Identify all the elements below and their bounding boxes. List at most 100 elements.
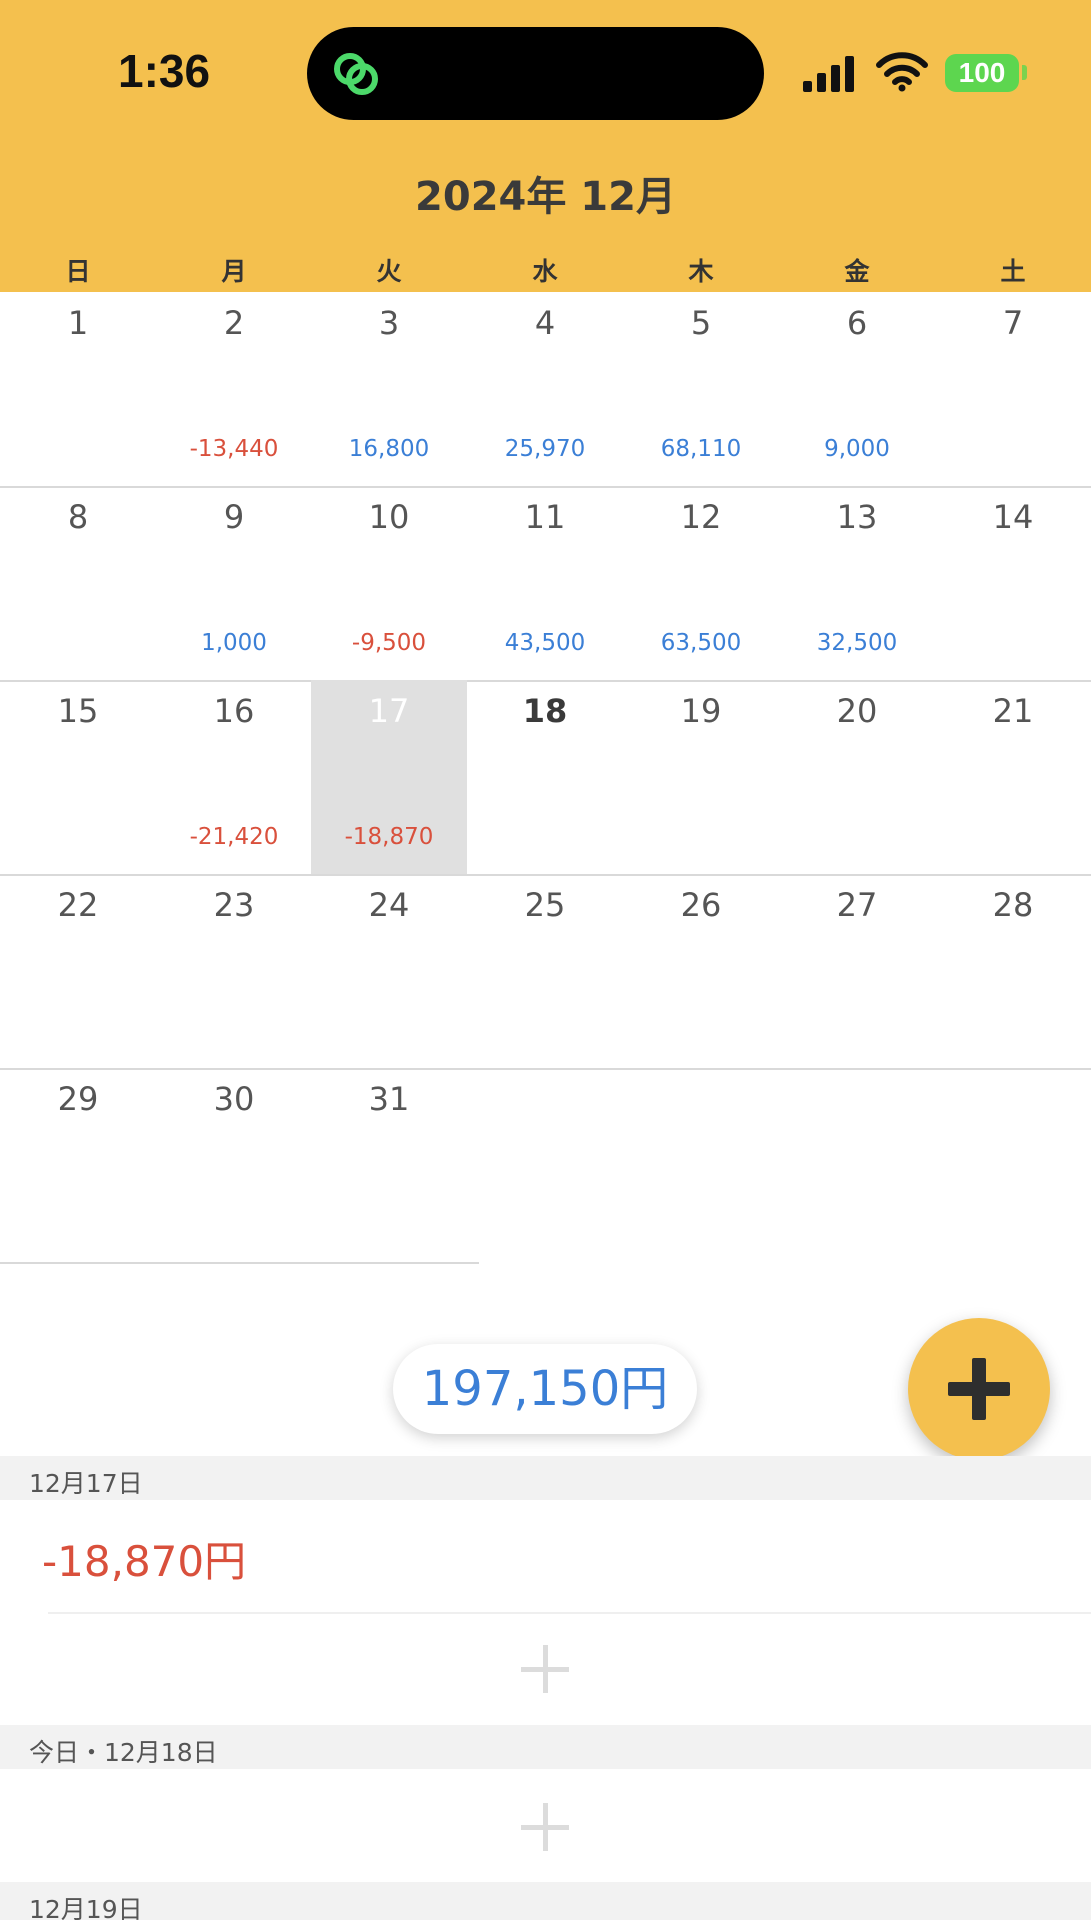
day-number: 31	[368, 1080, 410, 1118]
battery-indicator: 100	[945, 54, 1019, 92]
calendar-day-cell[interactable]: 19	[623, 680, 779, 874]
cellular-signal-icon	[803, 56, 854, 92]
section-date: 12月17日	[29, 1469, 143, 1498]
calendar-day-cell[interactable]: 12 63,500	[623, 486, 779, 680]
calendar-day-cell[interactable]: 9 1,000	[156, 486, 312, 680]
calendar-day-cell[interactable]: 10 -9,500	[311, 486, 467, 680]
status-time: 1:36	[118, 45, 211, 97]
day-amount: 43,500	[504, 630, 586, 656]
calendar-day-cell[interactable]: 7	[935, 292, 1091, 486]
calendar-day-cell[interactable]: 15	[0, 680, 156, 874]
calendar-day-cell[interactable]: 8	[0, 486, 156, 680]
entry-amount[interactable]: -18,870円	[42, 1528, 246, 1589]
calendar-day-cell[interactable]: 31	[311, 1068, 467, 1262]
weekday-row: 日 月 火 水 木 金 土	[0, 252, 1091, 288]
day-number: 29	[57, 1080, 99, 1118]
section-header: 12月17日	[0, 1456, 1091, 1500]
day-amount: 9,000	[824, 436, 890, 462]
weekday-label: 金	[844, 257, 870, 286]
day-number: 21	[992, 692, 1034, 730]
calendar-day-cell[interactable]: 29	[0, 1068, 156, 1262]
day-amount: 32,500	[816, 630, 898, 656]
day-number: 23	[213, 886, 255, 924]
add-entry-button[interactable]	[908, 1318, 1050, 1460]
day-amount: -13,440	[189, 436, 279, 462]
day-number: 6	[846, 304, 868, 342]
day-number: 14	[992, 498, 1034, 536]
day-number: 11	[524, 498, 566, 536]
calendar-day-cell[interactable]: 1	[0, 292, 156, 486]
wifi-icon	[876, 52, 928, 92]
calendar-day-cell[interactable]: 26	[623, 874, 779, 1068]
calendar-day-cell[interactable]: 14	[935, 486, 1091, 680]
calendar-day-cell[interactable]: 2 -13,440	[156, 292, 312, 486]
monthly-total[interactable]: 197,150円	[393, 1344, 697, 1434]
weekday-label: 木	[688, 257, 714, 286]
day-number: 22	[57, 886, 99, 924]
day-number: 19	[680, 692, 722, 730]
day-number: 12	[680, 498, 722, 536]
day-number: 24	[368, 886, 410, 924]
day-amount: 1,000	[201, 630, 267, 656]
add-row-plus-icon[interactable]	[521, 1803, 569, 1851]
day-number: 18	[522, 692, 568, 730]
month-title[interactable]: 2024年 12月	[0, 164, 1091, 222]
day-amount: 68,110	[660, 436, 742, 462]
day-number: 3	[378, 304, 400, 342]
day-number: 28	[992, 886, 1034, 924]
day-number: 17	[368, 692, 410, 730]
day-number: 27	[836, 886, 878, 924]
calendar-day-cell[interactable]: 17 -18,870	[311, 680, 467, 874]
day-number: 30	[213, 1080, 255, 1118]
section-header: 12月19日	[0, 1882, 1091, 1920]
header: 1:36 100 2024年 12月 日 月 火 水 木 金 土	[0, 0, 1091, 292]
calendar-day-cell[interactable]: 18	[467, 680, 623, 874]
day-number: 16	[213, 692, 255, 730]
dynamic-island	[307, 27, 764, 120]
week-divider	[0, 1262, 479, 1264]
day-number: 5	[690, 304, 712, 342]
add-row-plus-icon[interactable]	[521, 1645, 569, 1693]
day-number: 2	[223, 304, 245, 342]
calendar-grid: 1 2 -13,440 3 16,800 4 25,970 5 68,110 6 9,000 7 8 9 1…	[0, 292, 1091, 1264]
calendar-day-cell[interactable]: 11 43,500	[467, 486, 623, 680]
day-number: 25	[524, 886, 566, 924]
calendar-day-cell[interactable]: 21	[935, 680, 1091, 874]
divider	[48, 1612, 1091, 1614]
day-number: 26	[680, 886, 722, 924]
day-amount: 16,800	[348, 436, 430, 462]
calendar-day-cell[interactable]: 16 -21,420	[156, 680, 312, 874]
day-number: 8	[67, 498, 89, 536]
weekday-label: 土	[1000, 257, 1026, 286]
calendar-day-cell[interactable]: 25	[467, 874, 623, 1068]
calendar-day-cell[interactable]: 22	[0, 874, 156, 1068]
calendar-day-cell[interactable]: 28	[935, 874, 1091, 1068]
section-date: 今日・12月18日	[29, 1738, 218, 1767]
calendar-day-cell[interactable]: 24	[311, 874, 467, 1068]
calendar-day-cell[interactable]: 30	[156, 1068, 312, 1262]
calendar-day-cell[interactable]: 4 25,970	[467, 292, 623, 486]
calendar-day-cell[interactable]: 5 68,110	[623, 292, 779, 486]
day-number: 7	[1002, 304, 1024, 342]
day-amount: -21,420	[189, 824, 279, 850]
link-rings-icon	[334, 53, 378, 95]
calendar-day-cell[interactable]: 20	[779, 680, 935, 874]
day-number: 1	[67, 304, 89, 342]
weekday-label: 日	[65, 257, 91, 286]
calendar-day-cell[interactable]: 3 16,800	[311, 292, 467, 486]
day-number: 10	[368, 498, 410, 536]
day-number: 13	[836, 498, 878, 536]
weekday-label: 水	[532, 257, 558, 286]
day-number: 20	[836, 692, 878, 730]
calendar-day-cell[interactable]: 6 9,000	[779, 292, 935, 486]
day-number: 15	[57, 692, 99, 730]
day-amount: -9,500	[351, 630, 427, 656]
calendar-day-cell[interactable]: 23	[156, 874, 312, 1068]
day-number: 4	[534, 304, 556, 342]
day-number: 9	[223, 498, 245, 536]
calendar-day-cell[interactable]: 27	[779, 874, 935, 1068]
day-amount: -18,870	[344, 824, 434, 850]
calendar-screen: 1:36 100 2024年 12月 日 月 火 水 木 金 土 1 2 -13…	[0, 0, 1091, 1920]
calendar-day-cell[interactable]: 13 32,500	[779, 486, 935, 680]
weekday-label: 月	[221, 257, 247, 286]
